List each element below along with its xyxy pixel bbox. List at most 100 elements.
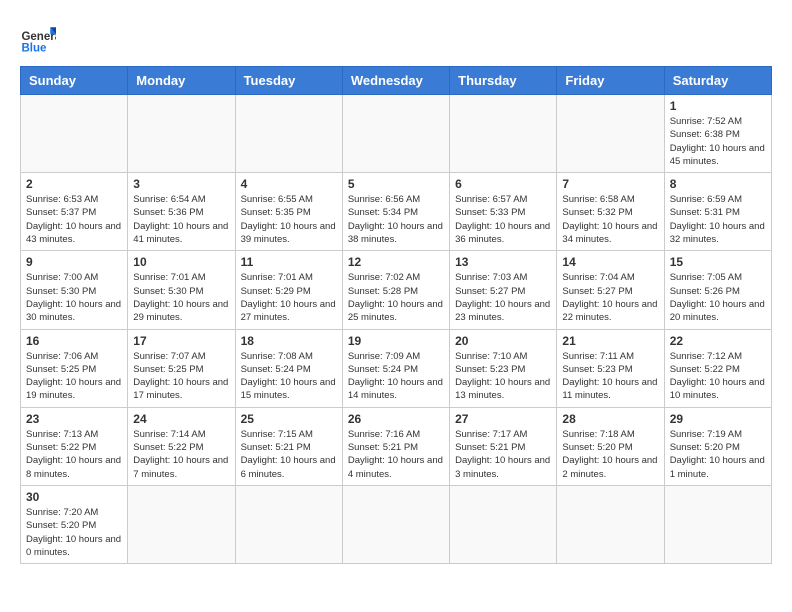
day-info: Sunrise: 7:11 AM Sunset: 5:23 PM Dayligh…	[562, 350, 658, 403]
calendar-header-row: SundayMondayTuesdayWednesdayThursdayFrid…	[21, 67, 772, 95]
day-number: 14	[562, 255, 658, 269]
calendar-day-cell: 14Sunrise: 7:04 AM Sunset: 5:27 PM Dayli…	[557, 251, 664, 329]
calendar-day-cell: 30Sunrise: 7:20 AM Sunset: 5:20 PM Dayli…	[21, 485, 128, 563]
calendar-day-cell: 1 Sunrise: 7:52 AM Sunset: 6:38 PM Daylig…	[664, 95, 771, 173]
day-info: Sunrise: 7:07 AM Sunset: 5:25 PM Dayligh…	[133, 350, 229, 403]
page-header: General Blue	[20, 20, 772, 56]
day-number: 6	[455, 177, 551, 191]
day-info: Sunrise: 7:03 AM Sunset: 5:27 PM Dayligh…	[455, 271, 551, 324]
day-number: 20	[455, 334, 551, 348]
logo-icon: General Blue	[20, 20, 56, 56]
calendar-day-cell: 7 Sunrise: 6:58 AM Sunset: 5:32 PM Daylig…	[557, 173, 664, 251]
calendar-day-cell: 2 Sunrise: 6:53 AM Sunset: 5:37 PM Daylig…	[21, 173, 128, 251]
weekday-header-wednesday: Wednesday	[342, 67, 449, 95]
day-number: 29	[670, 412, 766, 426]
day-info: Sunrise: 7:14 AM Sunset: 5:22 PM Dayligh…	[133, 428, 229, 481]
day-number: 19	[348, 334, 444, 348]
weekday-header-sunday: Sunday	[21, 67, 128, 95]
day-info: Sunrise: 7:06 AM Sunset: 5:25 PM Dayligh…	[26, 350, 122, 403]
day-info: Sunrise: 7:17 AM Sunset: 5:21 PM Dayligh…	[455, 428, 551, 481]
logo: General Blue	[20, 20, 56, 56]
calendar-day-cell	[128, 485, 235, 563]
weekday-header-saturday: Saturday	[664, 67, 771, 95]
calendar-day-cell: 25Sunrise: 7:15 AM Sunset: 5:21 PM Dayli…	[235, 407, 342, 485]
calendar-day-cell: 17 Sunrise: 7:07 AM Sunset: 5:25 PM Dayli…	[128, 329, 235, 407]
calendar-day-cell: 12Sunrise: 7:02 AM Sunset: 5:28 PM Dayli…	[342, 251, 449, 329]
calendar-day-cell: 4 Sunrise: 6:55 AM Sunset: 5:35 PM Daylig…	[235, 173, 342, 251]
day-number: 12	[348, 255, 444, 269]
day-info: Sunrise: 7:52 AM Sunset: 6:38 PM Dayligh…	[670, 115, 766, 168]
day-info: Sunrise: 6:58 AM Sunset: 5:32 PM Dayligh…	[562, 193, 658, 246]
calendar-week-row: 9 Sunrise: 7:00 AM Sunset: 5:30 PM Daylig…	[21, 251, 772, 329]
day-number: 23	[26, 412, 122, 426]
day-number: 7	[562, 177, 658, 191]
calendar-week-row: 30Sunrise: 7:20 AM Sunset: 5:20 PM Dayli…	[21, 485, 772, 563]
day-info: Sunrise: 6:55 AM Sunset: 5:35 PM Dayligh…	[241, 193, 337, 246]
calendar-week-row: 23Sunrise: 7:13 AM Sunset: 5:22 PM Dayli…	[21, 407, 772, 485]
calendar-day-cell: 22 Sunrise: 7:12 AM Sunset: 5:22 PM Dayli…	[664, 329, 771, 407]
day-number: 26	[348, 412, 444, 426]
day-number: 18	[241, 334, 337, 348]
svg-text:Blue: Blue	[21, 43, 47, 55]
day-number: 10	[133, 255, 229, 269]
calendar-day-cell	[235, 485, 342, 563]
day-number: 11	[241, 255, 337, 269]
day-info: Sunrise: 7:09 AM Sunset: 5:24 PM Dayligh…	[348, 350, 444, 403]
day-info: Sunrise: 7:05 AM Sunset: 5:26 PM Dayligh…	[670, 271, 766, 324]
calendar-day-cell: 26Sunrise: 7:16 AM Sunset: 5:21 PM Dayli…	[342, 407, 449, 485]
calendar-day-cell: 27 Sunrise: 7:17 AM Sunset: 5:21 PM Dayli…	[450, 407, 557, 485]
day-info: Sunrise: 6:53 AM Sunset: 5:37 PM Dayligh…	[26, 193, 122, 246]
calendar-day-cell: 23Sunrise: 7:13 AM Sunset: 5:22 PM Dayli…	[21, 407, 128, 485]
calendar-day-cell	[21, 95, 128, 173]
day-info: Sunrise: 6:54 AM Sunset: 5:36 PM Dayligh…	[133, 193, 229, 246]
calendar-day-cell: 9 Sunrise: 7:00 AM Sunset: 5:30 PM Daylig…	[21, 251, 128, 329]
day-number: 4	[241, 177, 337, 191]
calendar-day-cell: 16 Sunrise: 7:06 AM Sunset: 5:25 PM Dayli…	[21, 329, 128, 407]
day-info: Sunrise: 6:56 AM Sunset: 5:34 PM Dayligh…	[348, 193, 444, 246]
calendar-day-cell: 10 Sunrise: 7:01 AM Sunset: 5:30 PM Dayli…	[128, 251, 235, 329]
calendar-day-cell	[557, 485, 664, 563]
calendar-day-cell: 6Sunrise: 6:57 AM Sunset: 5:33 PM Daylig…	[450, 173, 557, 251]
day-info: Sunrise: 7:01 AM Sunset: 5:30 PM Dayligh…	[133, 271, 229, 324]
calendar-day-cell: 3Sunrise: 6:54 AM Sunset: 5:36 PM Daylig…	[128, 173, 235, 251]
day-info: Sunrise: 7:08 AM Sunset: 5:24 PM Dayligh…	[241, 350, 337, 403]
calendar-day-cell	[450, 95, 557, 173]
day-info: Sunrise: 7:10 AM Sunset: 5:23 PM Dayligh…	[455, 350, 551, 403]
calendar-day-cell: 5Sunrise: 6:56 AM Sunset: 5:34 PM Daylig…	[342, 173, 449, 251]
day-info: Sunrise: 6:59 AM Sunset: 5:31 PM Dayligh…	[670, 193, 766, 246]
day-number: 24	[133, 412, 229, 426]
calendar-day-cell	[235, 95, 342, 173]
day-number: 27	[455, 412, 551, 426]
weekday-header-monday: Monday	[128, 67, 235, 95]
calendar-day-cell	[128, 95, 235, 173]
calendar-day-cell: 24 Sunrise: 7:14 AM Sunset: 5:22 PM Dayli…	[128, 407, 235, 485]
day-number: 16	[26, 334, 122, 348]
day-info: Sunrise: 7:15 AM Sunset: 5:21 PM Dayligh…	[241, 428, 337, 481]
day-number: 21	[562, 334, 658, 348]
day-number: 2	[26, 177, 122, 191]
day-info: Sunrise: 7:00 AM Sunset: 5:30 PM Dayligh…	[26, 271, 122, 324]
day-number: 28	[562, 412, 658, 426]
calendar-day-cell	[342, 95, 449, 173]
calendar-week-row: 1 Sunrise: 7:52 AM Sunset: 6:38 PM Daylig…	[21, 95, 772, 173]
day-number: 15	[670, 255, 766, 269]
day-number: 1	[670, 99, 766, 113]
calendar-week-row: 2 Sunrise: 6:53 AM Sunset: 5:37 PM Daylig…	[21, 173, 772, 251]
weekday-header-friday: Friday	[557, 67, 664, 95]
calendar-day-cell	[664, 485, 771, 563]
day-number: 22	[670, 334, 766, 348]
day-number: 8	[670, 177, 766, 191]
day-number: 9	[26, 255, 122, 269]
day-info: Sunrise: 7:20 AM Sunset: 5:20 PM Dayligh…	[26, 506, 122, 559]
calendar-day-cell	[342, 485, 449, 563]
calendar-day-cell: 8 Sunrise: 6:59 AM Sunset: 5:31 PM Daylig…	[664, 173, 771, 251]
calendar-day-cell: 20 Sunrise: 7:10 AM Sunset: 5:23 PM Dayli…	[450, 329, 557, 407]
day-number: 17	[133, 334, 229, 348]
calendar-table: SundayMondayTuesdayWednesdayThursdayFrid…	[20, 66, 772, 564]
weekday-header-tuesday: Tuesday	[235, 67, 342, 95]
calendar-day-cell: 29Sunrise: 7:19 AM Sunset: 5:20 PM Dayli…	[664, 407, 771, 485]
day-info: Sunrise: 7:12 AM Sunset: 5:22 PM Dayligh…	[670, 350, 766, 403]
day-info: Sunrise: 7:01 AM Sunset: 5:29 PM Dayligh…	[241, 271, 337, 324]
calendar-day-cell	[557, 95, 664, 173]
weekday-header-thursday: Thursday	[450, 67, 557, 95]
